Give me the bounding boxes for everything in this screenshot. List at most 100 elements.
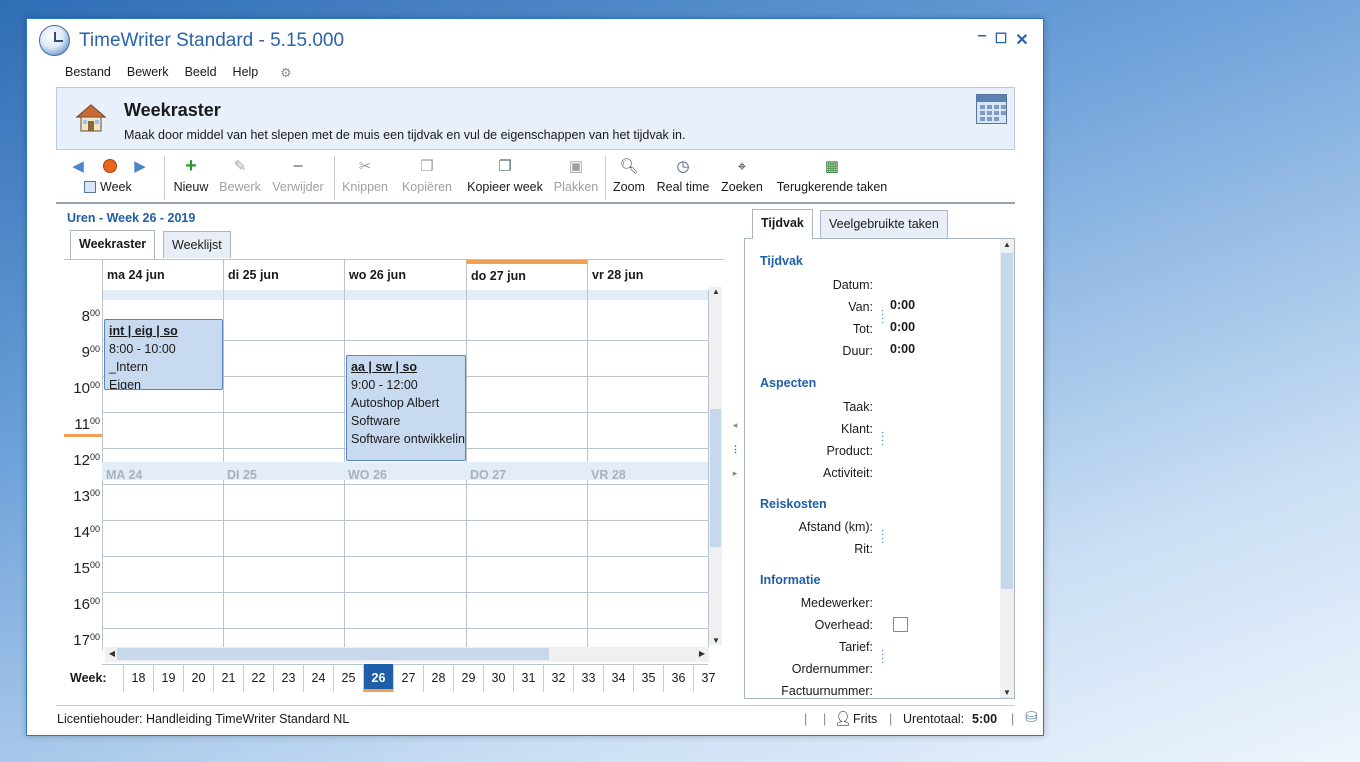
activiteit-label: Activiteit:	[822, 466, 873, 480]
kopieer-week-button[interactable]: ❐ Kopieer week	[464, 156, 546, 194]
week-number[interactable]: 37	[693, 664, 723, 692]
minimize-button[interactable]: –	[973, 27, 991, 45]
hour-minutes: 00	[89, 452, 100, 462]
week-number[interactable]: 24	[303, 664, 333, 692]
zoeken-button[interactable]: ⌖ Zoeken	[720, 156, 764, 195]
close-button[interactable]: ✕	[1013, 30, 1031, 50]
duur-value[interactable]: 0:00	[890, 342, 915, 356]
week-view-button[interactable]: Week	[84, 180, 132, 194]
nieuw-label: Nieuw	[173, 180, 209, 194]
time-entry[interactable]: int | eig | so 8:00 - 10:00 _Intern Eige…	[104, 319, 223, 390]
grid-vertical-scrollbar[interactable]: ▲ ▼	[709, 287, 722, 645]
all-day-strip	[102, 290, 708, 300]
week-number-current[interactable]: 26	[363, 664, 393, 692]
week-number[interactable]: 20	[183, 664, 213, 692]
hour-label: 1500	[64, 560, 100, 577]
verwijder-button[interactable]: − Verwijder	[270, 156, 326, 195]
menu-bewerk[interactable]: Bewerk	[119, 63, 177, 83]
week-number[interactable]: 29	[453, 664, 483, 692]
week-number[interactable]: 23	[273, 664, 303, 692]
week-number[interactable]: 21	[213, 664, 243, 692]
hour-number: 13	[73, 488, 90, 505]
week-number[interactable]: 34	[603, 664, 633, 692]
plakken-button[interactable]: ▣ Plakken	[553, 156, 599, 194]
week-number[interactable]: 19	[153, 664, 183, 692]
scroll-thumb[interactable]	[117, 648, 549, 660]
grid-horizontal-scrollbar[interactable]: ◀ ▶	[105, 647, 709, 662]
zoom-button[interactable]: 🔍︎ Zoom	[611, 156, 647, 194]
knippen-button[interactable]: ✂ Knippen	[340, 156, 390, 194]
duur-label: Duur:	[842, 344, 873, 358]
tab-veelgebruikte-taken[interactable]: Veelgebruikte taken	[820, 210, 948, 238]
scroll-up-icon[interactable]: ▲	[709, 287, 723, 296]
user-icon: 👤︎	[834, 710, 852, 726]
week-number[interactable]: 30	[483, 664, 513, 692]
week-number[interactable]: 33	[573, 664, 603, 692]
previous-week-button[interactable]: ◀	[66, 156, 90, 176]
current-time-marker	[64, 434, 102, 437]
overhead-checkbox[interactable]	[893, 617, 908, 632]
day-marker: DO 27	[470, 468, 507, 482]
urentotaal-value: 5:00	[972, 712, 998, 726]
hour-minutes: 00	[89, 560, 100, 570]
tab-weekraster[interactable]: Weekraster	[70, 230, 156, 259]
section-aspecten: Aspecten	[760, 376, 817, 390]
verwijder-label: Verwijder	[272, 180, 324, 194]
week-number[interactable]: 32	[543, 664, 573, 692]
user-name: Frits	[853, 712, 878, 726]
terugkerende-taken-button[interactable]: ▦ Terugkerende taken	[772, 156, 892, 194]
datum-label: Datum:	[832, 278, 873, 292]
today-button[interactable]	[98, 156, 122, 176]
van-value[interactable]: 0:00	[890, 298, 915, 312]
hour-number: 17	[73, 632, 90, 649]
scroll-right-icon[interactable]: ▶	[695, 649, 709, 658]
week-number[interactable]: 35	[633, 664, 663, 692]
time-entry[interactable]: aa | sw | so 9:00 - 12:00 Autoshop Alber…	[346, 355, 466, 461]
section-tijdvak: Tijdvak	[760, 254, 803, 268]
week-number[interactable]: 27	[393, 664, 423, 692]
urentotaal-label: Urentotaal:	[903, 712, 965, 726]
tab-weeklijst[interactable]: Weeklijst	[163, 231, 231, 258]
bewerk-button[interactable]: ✎ Bewerk	[218, 156, 262, 194]
day-marker: MA 24	[106, 468, 143, 482]
panel-splitter[interactable]: ◂ ⋮ ▸	[731, 419, 740, 489]
database-icon[interactable]: ⛁	[1025, 708, 1038, 726]
ordernummer-label: Ordernummer:	[791, 662, 873, 676]
week-number[interactable]: 18	[123, 664, 153, 692]
afstand-label: Afstand (km):	[798, 520, 873, 534]
menu-help[interactable]: Help	[225, 63, 267, 83]
status-separator: |	[823, 712, 827, 726]
week-number[interactable]: 31	[513, 664, 543, 692]
week-number[interactable]: 22	[243, 664, 273, 692]
hour-label: 1000	[64, 380, 100, 397]
scroll-thumb[interactable]	[1001, 253, 1013, 589]
week-number[interactable]: 36	[663, 664, 693, 692]
scroll-down-icon[interactable]: ▼	[709, 636, 723, 645]
scroll-up-icon[interactable]: ▲	[1000, 240, 1014, 249]
settings-gear-icon[interactable]: ⚙	[272, 63, 299, 83]
scroll-down-icon[interactable]: ▼	[1000, 688, 1014, 697]
real-time-button[interactable]: ◷ Real time	[655, 156, 711, 194]
week-number[interactable]: 28	[423, 664, 453, 692]
day-header: vr 28 jun	[587, 260, 708, 290]
real-time-label: Real time	[656, 180, 710, 194]
menu-bestand[interactable]: Bestand	[57, 63, 119, 83]
week-number[interactable]: 25	[333, 664, 363, 692]
bewerk-label: Bewerk	[219, 180, 261, 194]
page-header: Weekraster Maak door middel van het slep…	[56, 87, 1015, 150]
menu-beeld[interactable]: Beeld	[177, 63, 225, 83]
week-grid[interactable]: ma 24 jun di 25 jun wo 26 jun do 27 jun …	[64, 259, 724, 665]
nieuw-button[interactable]: + Nieuw	[172, 155, 210, 195]
hour-label: 1400	[64, 524, 100, 541]
panel-vertical-scrollbar[interactable]: ▲ ▼	[1000, 239, 1014, 698]
scroll-thumb[interactable]	[710, 409, 721, 547]
next-week-button[interactable]: ▶	[128, 156, 152, 176]
tot-value[interactable]: 0:00	[890, 320, 915, 334]
hour-gridline	[102, 592, 708, 593]
kopieren-button[interactable]: ❐ Kopiëren	[399, 156, 455, 194]
time-entry-time: 8:00 - 10:00	[109, 342, 176, 356]
hour-label: 1300	[64, 488, 100, 505]
splitter-dots-icon: · · · ·	[881, 525, 885, 548]
maximize-button[interactable]: ☐	[992, 30, 1010, 47]
tab-tijdvak[interactable]: Tijdvak	[752, 209, 813, 239]
